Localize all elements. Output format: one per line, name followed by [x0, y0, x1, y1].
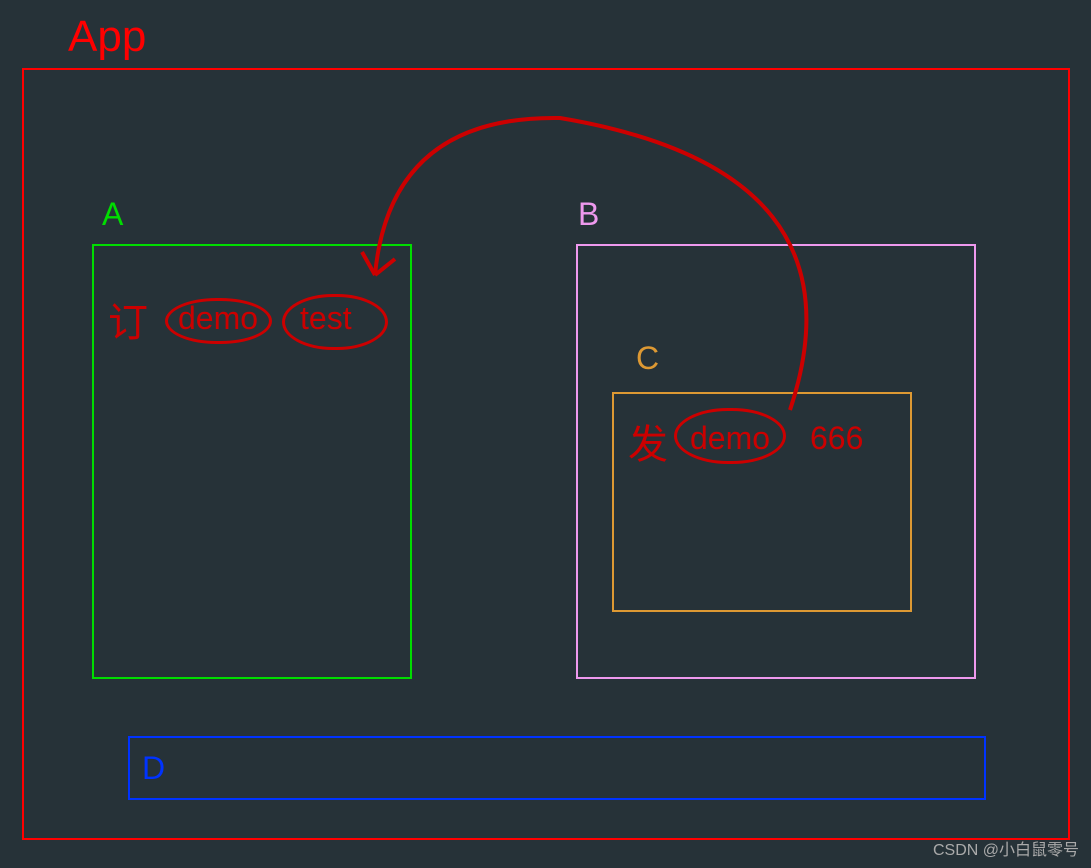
box-a-test-circle: [282, 294, 388, 350]
watermark: CSDN @小白鼠零号: [933, 836, 1079, 860]
box-b-label: B: [578, 196, 599, 233]
box-a-annotation-char: 订: [108, 290, 148, 348]
app-label: App: [68, 12, 146, 62]
box-c-annotation-char: 发: [628, 412, 668, 470]
box-c-label: C: [636, 340, 659, 377]
box-c-demo-circle: [674, 408, 786, 464]
box-d: [128, 736, 986, 800]
box-a-label: A: [102, 196, 123, 233]
box-a-demo-circle: [165, 298, 272, 344]
box-c-annotation-word2: 666: [810, 420, 863, 457]
